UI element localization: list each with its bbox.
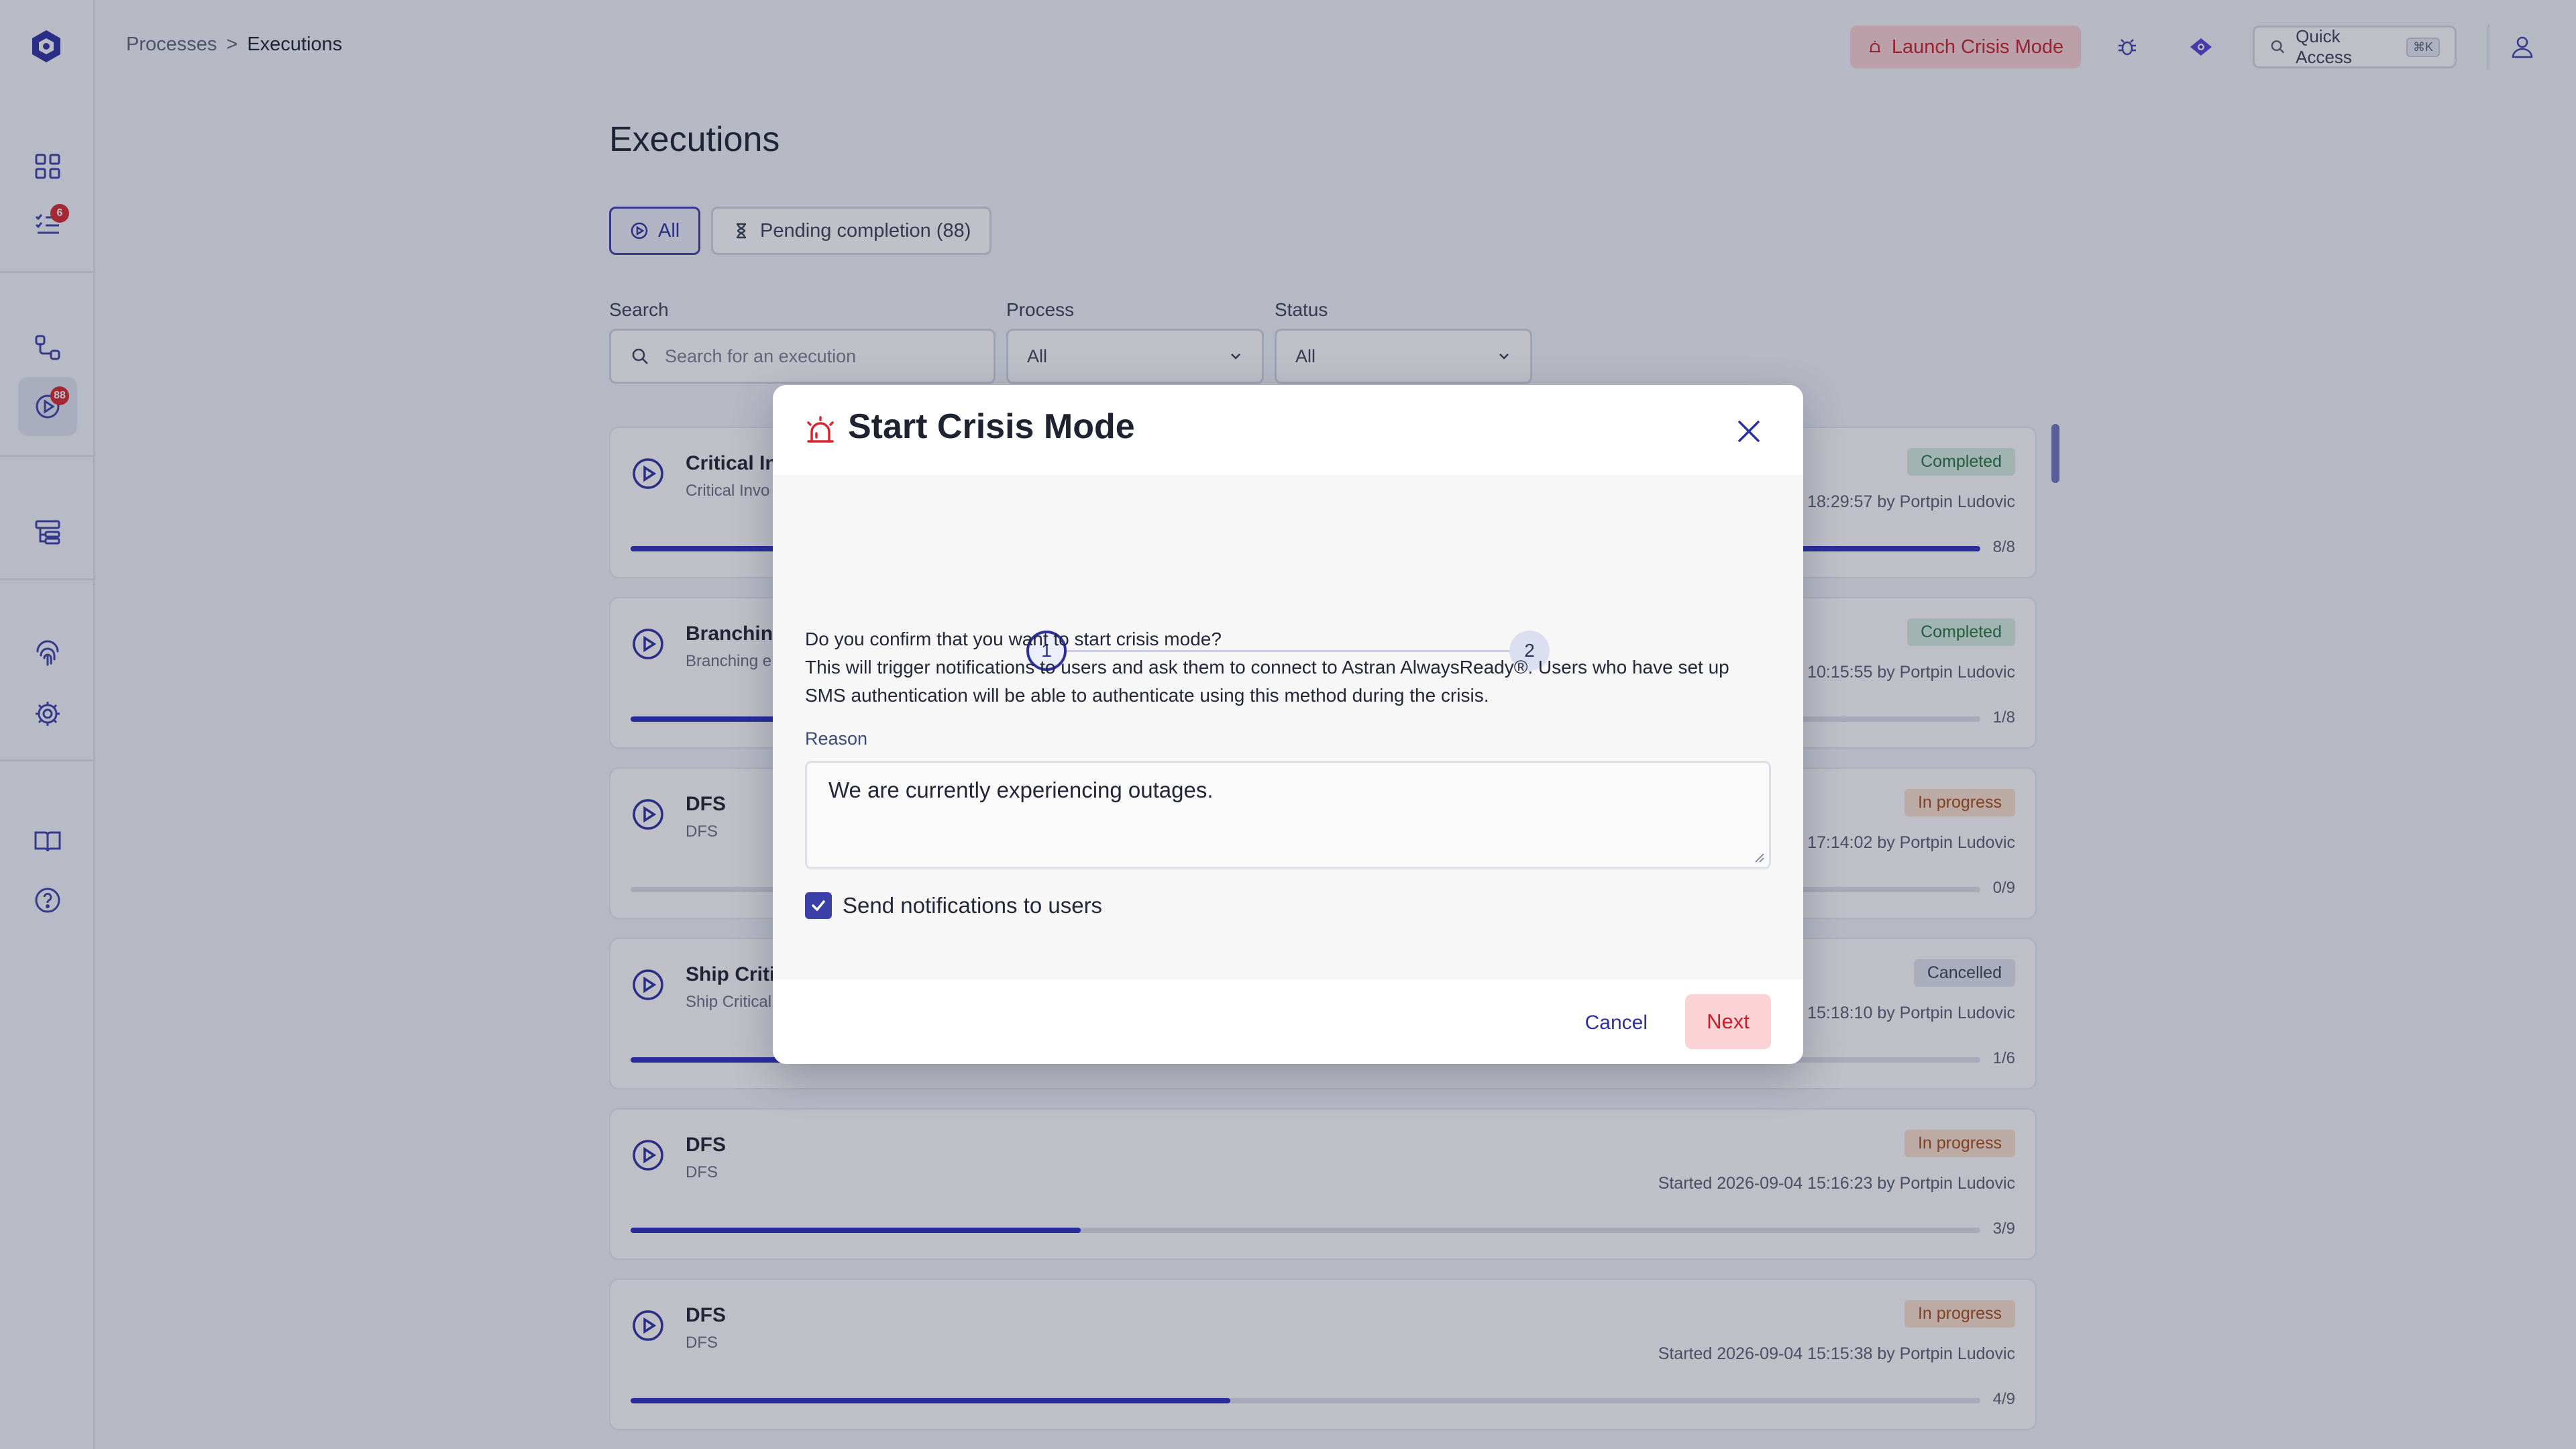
- next-button[interactable]: Next: [1685, 994, 1771, 1049]
- dialog-footer: Cancel Next: [773, 979, 1803, 1064]
- siren-icon: [807, 416, 834, 443]
- confirm-question: Do you confirm that you want to start cr…: [805, 629, 1222, 649]
- close-icon[interactable]: [1732, 415, 1766, 448]
- dialog-header: Start Crisis Mode: [773, 385, 1803, 475]
- resize-handle-icon[interactable]: [1753, 851, 1765, 863]
- dialog-title: Start Crisis Mode: [848, 407, 1135, 446]
- confirm-text: Do you confirm that you want to start cr…: [805, 625, 1771, 710]
- checkmark-icon: [812, 900, 825, 911]
- start-crisis-mode-dialog: Start Crisis Mode 1 2 Do you confirm tha…: [773, 385, 1803, 1064]
- confirm-description: This will trigger notifications to users…: [805, 657, 1729, 706]
- send-notifications-label[interactable]: Send notifications to users: [843, 892, 1102, 919]
- cancel-button[interactable]: Cancel: [1580, 1005, 1653, 1041]
- send-notifications-checkbox[interactable]: [805, 892, 832, 919]
- reason-label: Reason: [805, 729, 868, 749]
- reason-value: We are currently experiencing outages.: [828, 777, 1214, 802]
- reason-textarea[interactable]: We are currently experiencing outages.: [805, 761, 1771, 869]
